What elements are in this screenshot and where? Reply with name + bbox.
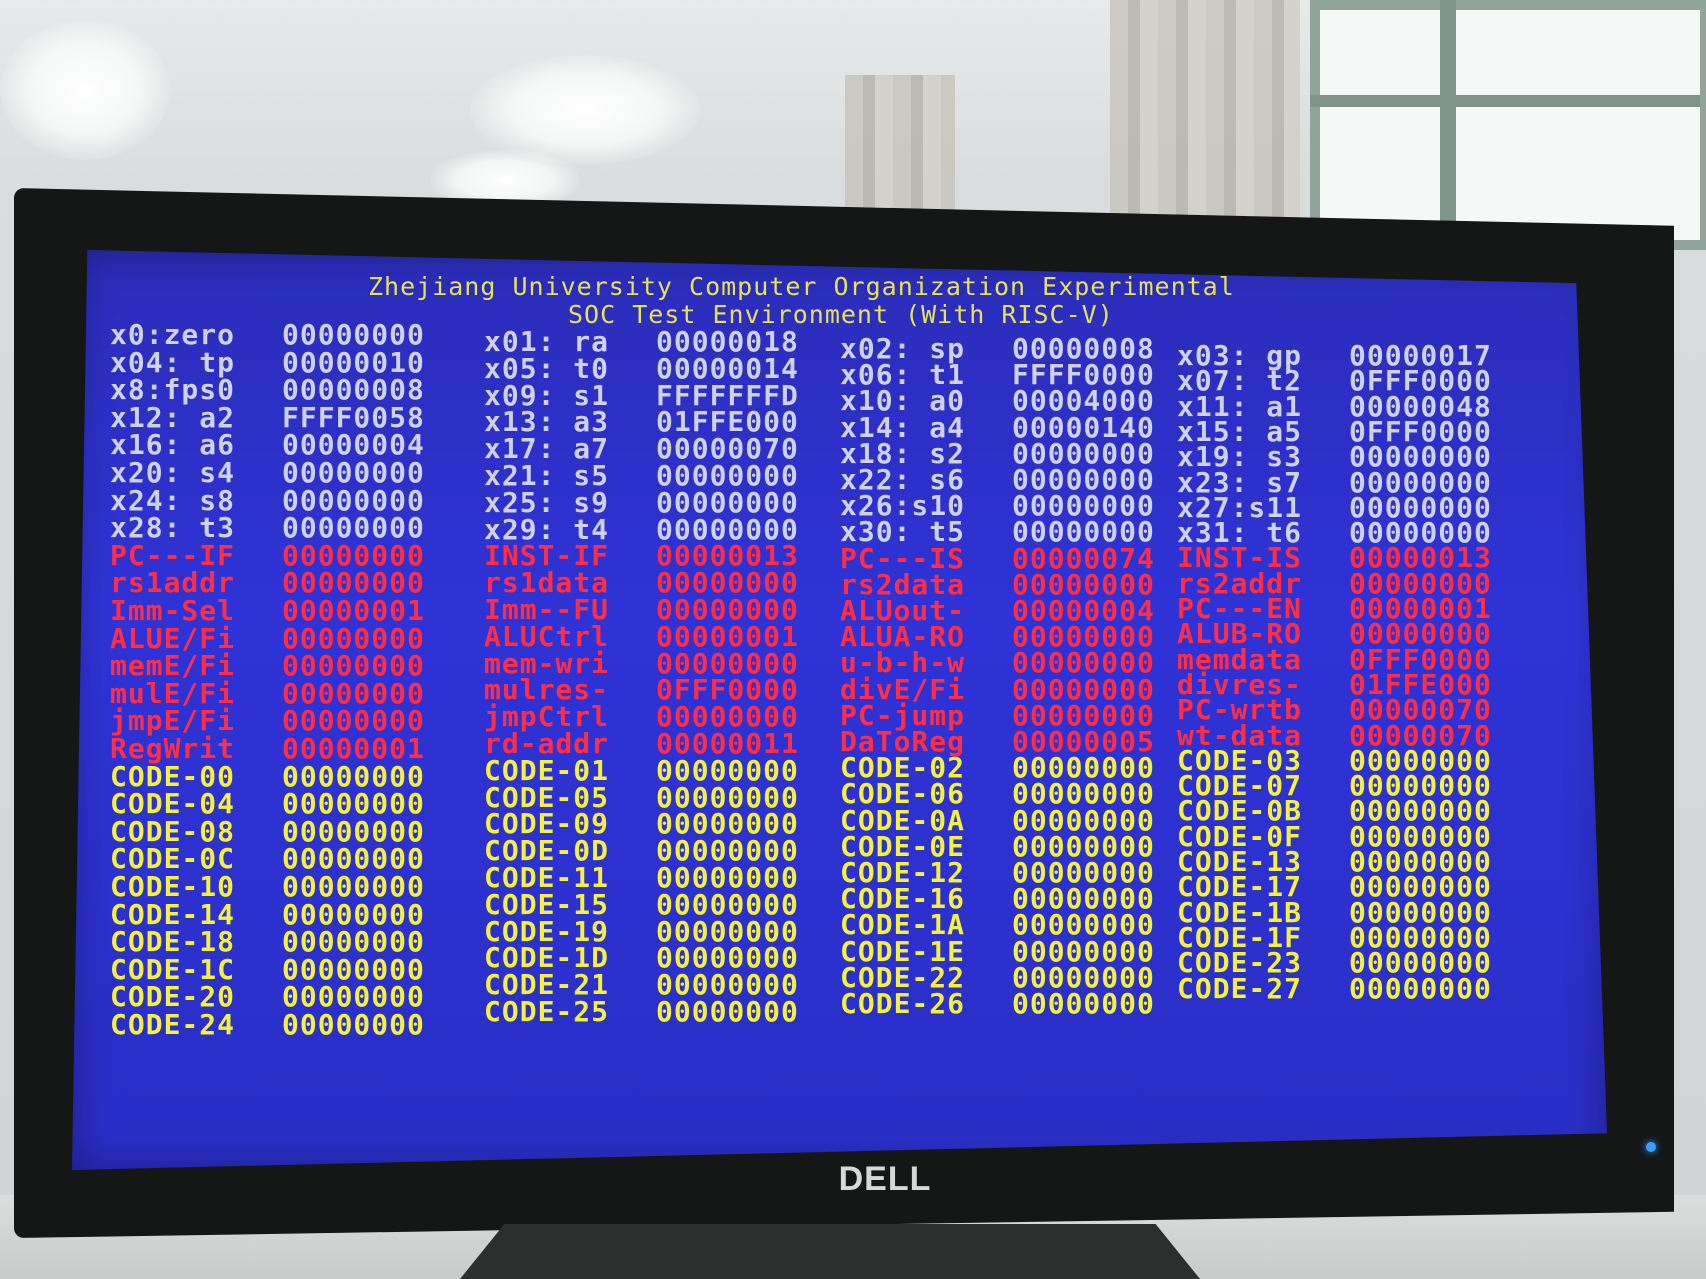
window-frame (1440, 0, 1456, 240)
curtain (1110, 0, 1300, 230)
power-led-icon (1646, 1142, 1656, 1152)
register-cell: CODE-25 00000000 (484, 995, 799, 1028)
register-value: 00000000 (1349, 971, 1492, 1005)
debug-screen: Zhejiang University Computer Organizatio… (72, 250, 1607, 1170)
register-cell: CODE-24 00000000 (110, 1008, 425, 1041)
register-label: CODE-26 (840, 987, 966, 1020)
ceiling-light (470, 55, 700, 165)
screen-title-line-1: Zhejiang University Computer Organizatio… (368, 272, 1235, 301)
register-cell: CODE-27 00000000 (1177, 972, 1492, 1005)
ceiling-light (0, 20, 170, 160)
window-frame (1310, 95, 1700, 107)
register-value: 00000000 (656, 995, 799, 1028)
monitor-brand-logo: DELL (838, 1160, 932, 1198)
monitor-stand (460, 1224, 1200, 1279)
register-label: CODE-24 (110, 1008, 236, 1041)
register-label: CODE-25 (484, 995, 610, 1028)
window (1310, 0, 1706, 250)
register-cell: CODE-26 00000000 (840, 987, 1155, 1020)
curtain (845, 75, 955, 210)
register-value: 00000000 (282, 1008, 425, 1041)
register-value: 00000000 (1012, 987, 1155, 1020)
register-label: CODE-27 (1177, 971, 1303, 1005)
